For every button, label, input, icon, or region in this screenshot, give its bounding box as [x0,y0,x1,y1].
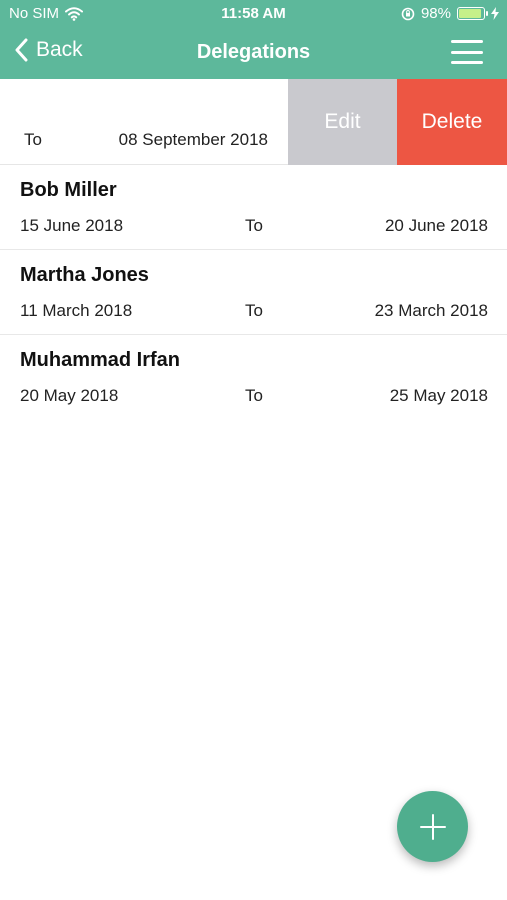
status-right: 98% [401,5,499,22]
hamburger-menu-icon[interactable] [451,40,483,64]
edit-button[interactable]: Edit [288,79,397,165]
to-label: To [245,386,263,405]
end-date: 23 March 2018 [374,301,488,320]
end-date: 20 June 2018 [384,216,488,235]
delegate-name: Muhammad Irfan [20,349,181,371]
swiped-list-item[interactable]: To 08 September 2018 Edit Delete [0,79,507,165]
delegate-name: Martha Jones [20,264,149,286]
add-delegation-button[interactable] [397,791,468,862]
swiped-item-content: To 08 September 2018 [0,79,288,165]
delete-button[interactable]: Delete [397,79,507,165]
plus-icon [419,813,446,840]
to-label: To [245,301,263,320]
start-date: 20 May 2018 [20,386,119,405]
to-label: To [245,216,263,235]
to-label: To [24,130,42,149]
list-item[interactable]: Muhammad Irfan 20 May 2018 To 25 May 201… [0,335,507,420]
list-item[interactable]: Bob Miller 15 June 2018 To 20 June 2018 [0,165,507,250]
end-date: 08 September 2018 [118,130,268,149]
start-date: 15 June 2018 [20,216,124,235]
end-date: 25 May 2018 [389,386,488,405]
page-title: Delegations [196,41,311,63]
orientation-lock-icon [401,7,415,20]
start-date: 11 March 2018 [20,301,133,320]
list-item[interactable]: Martha Jones 11 March 2018 To 23 March 2… [0,250,507,335]
battery-icon [457,7,488,20]
nav-bar: Back Delegations [0,28,507,79]
delegate-name: Bob Miller [20,179,117,201]
delegation-list: To 08 September 2018 Edit Delete Bob Mil… [0,79,507,420]
status-bar: No SIM 11:58 AM 98% [0,0,507,28]
battery-percent: 98% [420,5,451,22]
top-bar: No SIM 11:58 AM 98% Back Delegations [0,0,507,79]
charging-bolt-icon [491,7,499,20]
